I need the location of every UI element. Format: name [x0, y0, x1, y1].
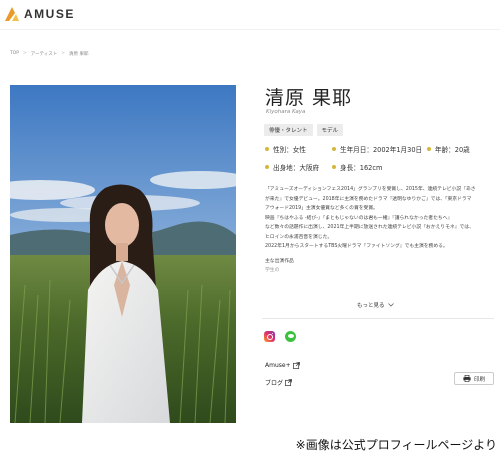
bio-line: 映画『ちはやふる -結び-』『まともじゃないのは君も一緒』『護られなかった者たち… [265, 215, 453, 221]
bullet-dot-icon [265, 165, 269, 169]
bio-line: ヒロインの永浦百音を演じた。 [265, 234, 333, 240]
show-more-button[interactable]: もっと見る [357, 301, 394, 309]
line-icon[interactable] [285, 331, 296, 342]
profile-gender-text: 性別：女性 [273, 146, 306, 154]
bio-line: 2022年1月からスタートするTBS火曜ドラマ『ファイトソング』でも主演を務める… [265, 244, 448, 249]
profile-birthplace: 出身地：大阪府 [265, 162, 332, 172]
profile-row: 出身地：大阪府 身長：162cm [265, 158, 490, 176]
profile-birthdate: 生年月日：2002年1月30日 [332, 144, 427, 154]
profile-gender: 性別：女性 [265, 144, 332, 154]
profile-height: 身長：162cm [332, 162, 427, 172]
external-link-icon [285, 379, 292, 386]
image-source-caption: ※画像は公式プロフィールページより [295, 438, 497, 452]
amuse-plus-link[interactable]: Amuse+ [265, 362, 300, 369]
bio-line: など数々の話題作に出演し、2021年上半期に放送された連続テレビ小説『おかえりモ… [265, 225, 474, 230]
profile-age-text: 年齢：20歳 [435, 146, 470, 154]
profile-birthplace-text: 出身地：大阪府 [273, 164, 320, 172]
bullet-dot-icon [332, 147, 336, 151]
blog-label: ブログ [265, 380, 284, 387]
print-button[interactable]: 印刷 [454, 372, 494, 385]
tag-model[interactable]: モデル [316, 124, 344, 136]
works-heading: 主な出演作品 [265, 258, 294, 264]
profile-birthdate-text: 生年月日：2002年1月30日 [340, 146, 423, 154]
breadcrumb: TOP > アーティスト > 清原 果耶 [10, 51, 88, 57]
breadcrumb-artists[interactable]: アーティスト [31, 51, 57, 57]
amuse-logo-icon [5, 7, 19, 21]
works-preview: 学生の [265, 268, 280, 273]
artist-photo-image [10, 85, 236, 423]
site-header: AMUSE [0, 0, 500, 30]
profile-height-text: 身長：162cm [340, 164, 383, 172]
bio-line: 「アミューズオーディションフェス2014」グランプリを受賞し、2015年、連続テ… [265, 187, 476, 192]
chevron-down-icon [387, 303, 394, 307]
profile-age: 年齢：20歳 [427, 144, 470, 154]
bullet-dot-icon [332, 165, 336, 169]
blog-link[interactable]: ブログ [265, 378, 292, 387]
artist-name-roman: Kiyohara Kaya [266, 109, 306, 115]
artist-name: 清原 果耶 [265, 87, 353, 109]
show-more-label: もっと見る [357, 303, 385, 309]
logo-text: AMUSE [24, 7, 75, 21]
breadcrumb-top[interactable]: TOP [10, 51, 19, 57]
bio-line: アウォード2019」主演女優賞など多くの賞を受賞。 [265, 206, 378, 211]
profile-details: 性別：女性 生年月日：2002年1月30日 年齢：20歳 出身地：大阪府 身長：… [265, 140, 490, 176]
artist-biography: 「アミューズオーディションフェス2014」グランプリを受賞し、2015年、連続テ… [265, 185, 495, 276]
breadcrumb-current: 清原 果耶 [69, 52, 89, 57]
breadcrumb-separator: > [61, 51, 66, 56]
bullet-dot-icon [427, 147, 431, 151]
printer-icon [463, 375, 471, 382]
bio-line: が来た』で女優デビュー。2018年に主演を務めたドラマ『透明なゆりかご』では、「… [265, 196, 472, 202]
bullet-dot-icon [265, 147, 269, 151]
external-link-icon [292, 362, 300, 369]
artist-photo [10, 85, 236, 423]
social-links [264, 331, 296, 342]
print-label: 印刷 [473, 376, 485, 383]
amuse-logo[interactable]: AMUSE [4, 6, 75, 22]
profile-row: 性別：女性 生年月日：2002年1月30日 年齢：20歳 [265, 140, 490, 158]
instagram-icon[interactable] [264, 331, 275, 342]
section-divider [262, 318, 494, 319]
breadcrumb-separator: > [23, 51, 27, 56]
amuse-plus-label: Amuse+ [265, 362, 291, 369]
tag-actor-talent[interactable]: 俳優・タレント [264, 124, 313, 136]
category-tags: 俳優・タレント モデル [264, 124, 344, 136]
